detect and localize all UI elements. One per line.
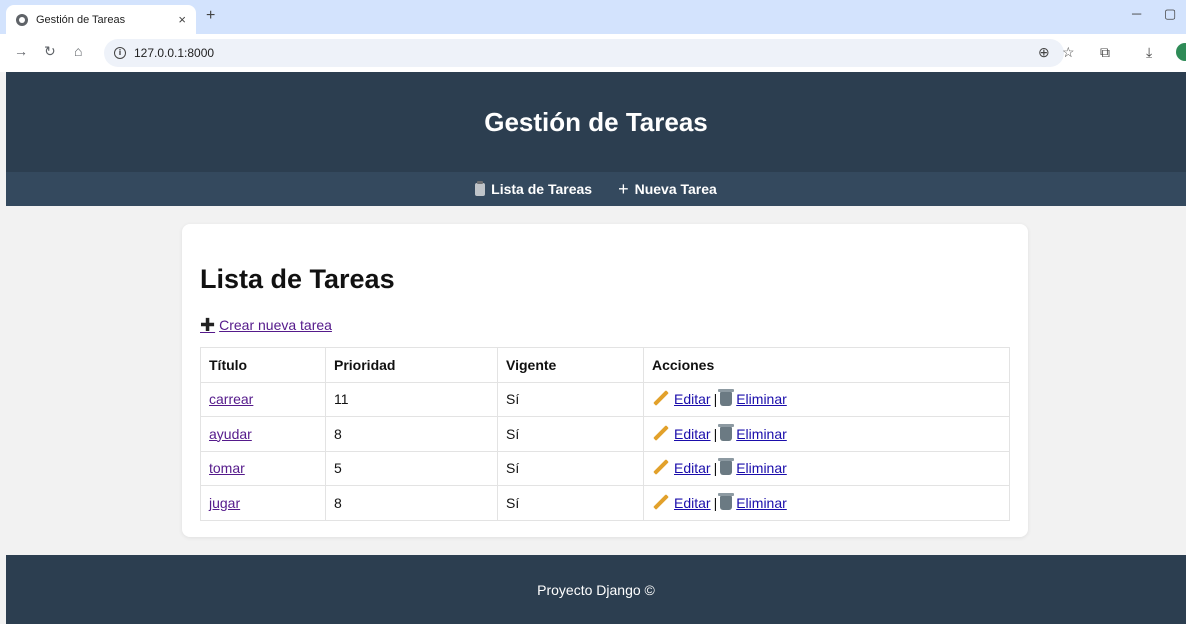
edit-link[interactable]: Editar bbox=[674, 495, 711, 511]
cell-prioridad: 8 bbox=[325, 416, 498, 452]
cell-acciones: Editar | Eliminar bbox=[643, 381, 1010, 417]
edit-link[interactable]: Editar bbox=[674, 391, 711, 407]
trash-icon bbox=[718, 423, 735, 441]
cell-vigente: Sí bbox=[497, 381, 644, 417]
nav-item-label: Lista de Tareas bbox=[491, 181, 593, 197]
separator: | bbox=[713, 494, 718, 511]
create-task-label: Crear nueva tarea bbox=[219, 317, 332, 333]
pencil-icon bbox=[653, 390, 669, 407]
clipboard-icon bbox=[475, 180, 486, 196]
table-row: tomar 5 Sí Editar | Eliminar bbox=[200, 450, 1010, 486]
task-link[interactable]: carrear bbox=[209, 391, 253, 407]
url-field[interactable]: i 127.0.0.1:8000 bbox=[104, 39, 1064, 67]
tab-title: Gestión de Tareas bbox=[36, 13, 126, 26]
cross-icon: ✚ bbox=[200, 315, 216, 335]
cell-prioridad: 11 bbox=[325, 381, 498, 417]
pencil-icon bbox=[653, 494, 669, 510]
column-header-acciones: Acciones bbox=[643, 347, 1010, 383]
cell-vigente: Sí bbox=[497, 450, 644, 486]
zoom-icon[interactable]: ⊕ bbox=[1038, 44, 1050, 61]
cell-vigente: Sí bbox=[497, 485, 644, 521]
create-task-link[interactable]: ✚ Crear nueva tarea bbox=[200, 315, 332, 335]
trash-icon bbox=[718, 458, 735, 476]
edit-link[interactable]: Editar bbox=[674, 460, 711, 476]
cell-titulo: tomar bbox=[200, 450, 326, 486]
trash-icon bbox=[718, 389, 735, 407]
site-info-icon[interactable]: i bbox=[114, 47, 126, 59]
profile-avatar[interactable] bbox=[1176, 43, 1186, 61]
browser-tab[interactable]: Gestión de Tareas × bbox=[6, 5, 196, 34]
task-link[interactable]: jugar bbox=[209, 495, 240, 511]
extensions-icon[interactable]: ⧉ bbox=[1100, 44, 1110, 61]
site-title: Gestión de Tareas bbox=[484, 106, 708, 137]
address-bar: → ↻ ⌂ i 127.0.0.1:8000 ⊕ ☆ ⧉ ⤓ bbox=[0, 34, 1186, 72]
task-table: Título Prioridad Vigente Acciones carrea… bbox=[200, 347, 1010, 521]
reload-icon[interactable]: ↻ bbox=[44, 43, 56, 60]
column-header-titulo: Título bbox=[200, 347, 326, 383]
table-row: ayudar 8 Sí Editar | Eliminar bbox=[200, 416, 1010, 452]
separator: | bbox=[713, 460, 718, 477]
site-footer: Proyecto Django © bbox=[6, 555, 1186, 624]
cell-titulo: carrear bbox=[200, 381, 326, 417]
cell-prioridad: 5 bbox=[325, 450, 498, 486]
pencil-icon bbox=[653, 459, 669, 476]
pencil-icon bbox=[653, 425, 669, 441]
task-link[interactable]: ayudar bbox=[209, 426, 252, 442]
home-icon[interactable]: ⌂ bbox=[74, 43, 82, 59]
forward-icon[interactable]: → bbox=[14, 43, 28, 59]
cell-prioridad: 8 bbox=[325, 485, 498, 521]
new-tab-button[interactable]: + bbox=[206, 7, 215, 25]
url-text: 127.0.0.1:8000 bbox=[134, 46, 215, 60]
plus-icon: + bbox=[618, 179, 629, 199]
table-header-row: Título Prioridad Vigente Acciones bbox=[200, 347, 1010, 383]
cell-acciones: Editar | Eliminar bbox=[643, 416, 1010, 452]
footer-text: Proyecto Django © bbox=[537, 581, 655, 598]
trash-icon bbox=[718, 492, 735, 510]
globe-icon bbox=[16, 13, 28, 26]
cell-vigente: Sí bbox=[497, 416, 644, 452]
cell-titulo: jugar bbox=[200, 485, 326, 521]
column-header-vigente: Vigente bbox=[497, 347, 644, 383]
cell-acciones: Editar | Eliminar bbox=[643, 450, 1010, 486]
cell-titulo: ayudar bbox=[200, 416, 326, 452]
task-link[interactable]: tomar bbox=[209, 460, 245, 476]
site-header: Gestión de Tareas bbox=[6, 72, 1186, 172]
bookmark-star-icon[interactable]: ☆ bbox=[1062, 44, 1075, 61]
delete-link[interactable]: Eliminar bbox=[736, 426, 787, 442]
table-row: jugar 8 Sí Editar | Eliminar bbox=[200, 485, 1010, 521]
cell-acciones: Editar | Eliminar bbox=[643, 485, 1010, 521]
minimize-icon[interactable]: ─ bbox=[1132, 6, 1141, 21]
nav-item-lista-de-tareas[interactable]: Lista de Tareas bbox=[475, 180, 593, 197]
browser-tab-bar: Gestión de Tareas × + ─ ▢ bbox=[0, 0, 1186, 34]
download-icon[interactable]: ⤓ bbox=[1146, 44, 1152, 61]
nav-item-nueva-tarea[interactable]: + Nueva Tarea bbox=[618, 179, 717, 199]
separator: | bbox=[713, 425, 718, 442]
delete-link[interactable]: Eliminar bbox=[736, 495, 787, 511]
table-row: carrear 11 Sí Editar | Eliminar bbox=[200, 381, 1010, 417]
edit-link[interactable]: Editar bbox=[674, 426, 711, 442]
maximize-icon[interactable]: ▢ bbox=[1164, 6, 1176, 22]
delete-link[interactable]: Eliminar bbox=[736, 391, 787, 407]
task-list-card: Lista de Tareas ✚ Crear nueva tarea Títu… bbox=[182, 224, 1028, 537]
main-nav: Lista de Tareas + Nueva Tarea bbox=[6, 172, 1186, 206]
page-title: Lista de Tareas bbox=[200, 264, 395, 294]
separator: | bbox=[713, 391, 718, 408]
column-header-prioridad: Prioridad bbox=[325, 347, 498, 383]
nav-item-label: Nueva Tarea bbox=[634, 181, 717, 197]
tab-close-icon[interactable]: × bbox=[178, 12, 186, 27]
delete-link[interactable]: Eliminar bbox=[736, 460, 787, 476]
